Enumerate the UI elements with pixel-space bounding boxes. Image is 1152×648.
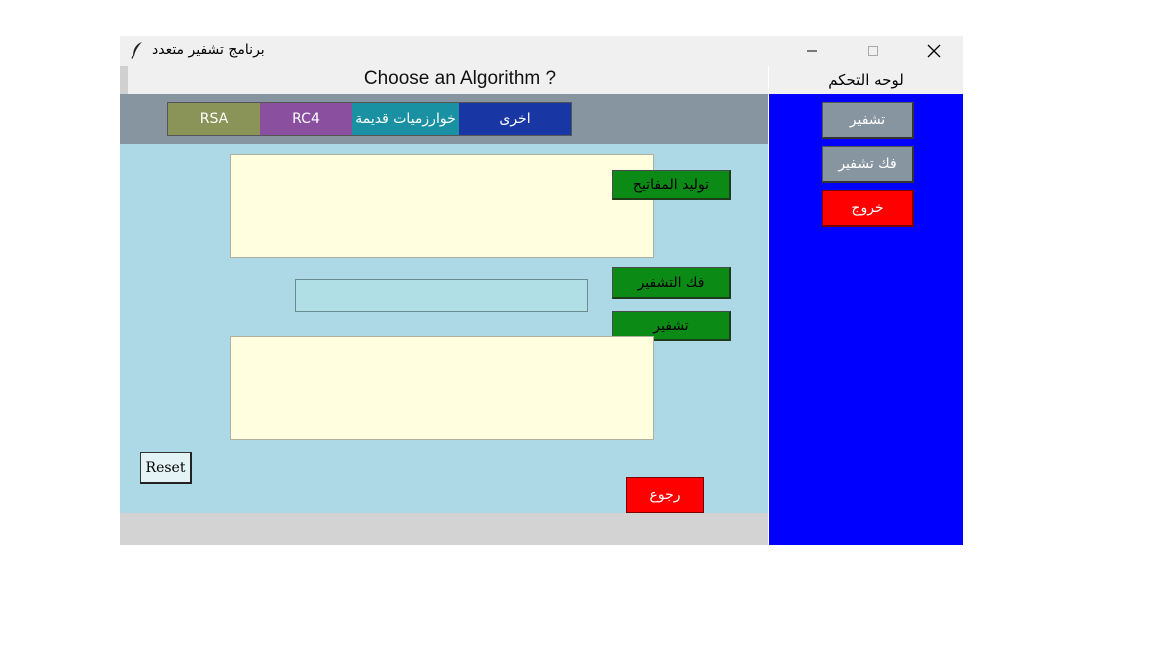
tab-rsa[interactable]: RSA [168, 103, 260, 135]
tab-other[interactable]: اخرى [459, 103, 571, 135]
back-button[interactable]: رجوع [626, 477, 704, 513]
maximize-button[interactable] [850, 36, 896, 66]
app-window: برنامج تشفير متعدد Choose an Algorithm ?… [120, 36, 963, 545]
algorithm-title: Choose an Algorithm ? [363, 68, 557, 89]
feather-icon [130, 41, 144, 59]
algorithm-tab-bar: RSA RC4 خوارزميات قديمة اخرى [120, 94, 768, 144]
input-textarea[interactable] [230, 154, 654, 258]
close-icon [927, 44, 941, 58]
title-bar[interactable]: برنامج تشفير متعدد [120, 36, 963, 66]
minimize-button[interactable] [789, 36, 835, 66]
minimize-icon [807, 50, 817, 52]
main-header: Choose an Algorithm ? [120, 66, 768, 94]
key-input[interactable] [295, 279, 588, 312]
reset-button[interactable]: Reset [140, 452, 192, 484]
exit-button[interactable]: خروج [822, 190, 914, 227]
decrypt-button[interactable]: فك التشفير [612, 267, 731, 299]
algorithm-tabs: RSA RC4 خوارزميات قديمة اخرى [167, 102, 572, 136]
output-textarea[interactable] [230, 336, 654, 440]
window-title: برنامج تشفير متعدد [152, 42, 265, 58]
control-panel-title: لوحه التحكم [769, 66, 963, 94]
side-encrypt-button[interactable]: تشفير [822, 102, 914, 139]
main-area: Choose an Algorithm ? RSA RC4 خوارزميات … [120, 66, 768, 545]
control-panel: لوحه التحكم تشفير فك تشفير خروج [769, 66, 963, 545]
side-decrypt-button[interactable]: فك تشفير [822, 146, 914, 183]
generate-keys-button[interactable]: توليد المفاتيح [612, 170, 731, 200]
tab-rc4[interactable]: RC4 [260, 103, 352, 135]
maximize-icon [868, 46, 878, 56]
close-button[interactable] [911, 36, 957, 66]
status-strip [120, 513, 768, 545]
tab-old-algorithms[interactable]: خوارزميات قديمة [352, 103, 459, 135]
